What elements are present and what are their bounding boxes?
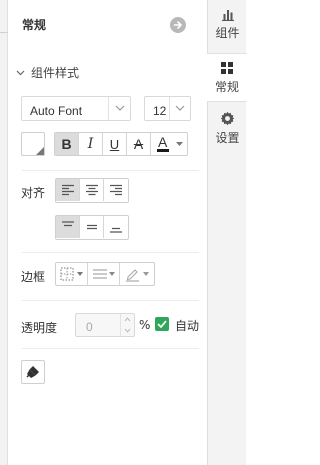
tab-label: 设置 xyxy=(215,131,240,145)
border-line-dropdown[interactable] xyxy=(88,263,120,285)
strikethrough-button[interactable]: A xyxy=(127,133,151,155)
valign-top-button[interactable] xyxy=(56,216,80,238)
format-painter-button[interactable] xyxy=(21,360,45,384)
section-label: 组件样式 xyxy=(31,66,80,80)
tab-settings[interactable]: 设置 xyxy=(208,104,247,153)
pencil-icon xyxy=(126,269,149,282)
text-format-group: B I U A A xyxy=(54,132,188,156)
font-color-bar xyxy=(157,149,169,152)
align-center-button[interactable] xyxy=(80,179,104,201)
valign-middle-icon xyxy=(86,224,97,230)
border-controls xyxy=(55,262,155,286)
font-family-value: Auto Font xyxy=(30,104,83,118)
select-divider xyxy=(108,97,109,120)
side-tab-bar: 组件 常规 设置 xyxy=(207,0,247,465)
bar-chart-icon xyxy=(221,9,234,21)
tab-general[interactable]: 常规 xyxy=(207,53,247,102)
section-header-component-style[interactable]: 组件样式 xyxy=(16,64,79,81)
strip-divider xyxy=(0,32,8,33)
caret-down-icon xyxy=(176,142,183,146)
divider xyxy=(22,252,199,253)
underline-button[interactable]: U xyxy=(103,133,127,155)
opacity-stepper[interactable] xyxy=(120,314,134,336)
border-style-dropdown[interactable] xyxy=(56,263,88,285)
tab-label: 常规 xyxy=(214,79,239,94)
divider xyxy=(22,170,199,171)
properties-panel: 常规 组件样式 Auto Font 12 B I U A A 对齐 边框 透明度… xyxy=(8,0,207,465)
chevron-down-icon xyxy=(16,70,25,75)
align-label: 对齐 xyxy=(21,186,46,200)
valign-top-icon xyxy=(61,221,74,227)
format-brush-icon xyxy=(26,366,39,378)
border-color-dropdown[interactable] xyxy=(120,263,154,285)
opacity-label: 透明度 xyxy=(21,321,58,335)
align-left-icon xyxy=(61,184,74,196)
font-color-button[interactable]: A xyxy=(151,133,187,155)
border-label: 边框 xyxy=(21,270,46,284)
opacity-unit: % xyxy=(139,318,151,332)
opacity-input[interactable]: 0 xyxy=(75,313,135,337)
align-right-button[interactable] xyxy=(104,179,128,201)
panel-title: 常规 xyxy=(22,18,47,32)
chevron-up-icon xyxy=(124,317,131,322)
vertical-align-group xyxy=(55,215,129,240)
divider xyxy=(22,300,199,301)
left-edge-strip xyxy=(0,0,8,465)
chevron-down-icon xyxy=(124,328,131,333)
background-color-button[interactable] xyxy=(21,132,45,156)
font-family-select[interactable]: Auto Font xyxy=(21,96,131,121)
align-center-icon xyxy=(85,184,98,196)
auto-opacity-checkbox[interactable] xyxy=(155,317,169,331)
align-left-button[interactable] xyxy=(56,179,80,201)
divider xyxy=(22,348,199,349)
valign-bottom-button[interactable] xyxy=(104,216,128,238)
tab-label: 组件 xyxy=(215,25,240,40)
tab-component[interactable]: 组件 xyxy=(208,0,247,49)
gear-icon xyxy=(220,111,235,126)
valign-bottom-icon xyxy=(110,227,122,233)
align-right-icon xyxy=(110,184,122,196)
font-size-select[interactable]: 12 xyxy=(144,96,191,121)
bold-button[interactable]: B xyxy=(55,133,79,155)
opacity-value: 0 xyxy=(86,320,93,334)
horizontal-align-group xyxy=(55,178,129,203)
font-color-letter: A xyxy=(158,134,168,150)
auto-opacity-label: 自动 xyxy=(175,319,200,333)
border-grid-icon xyxy=(60,267,83,281)
chevron-down-icon xyxy=(175,105,185,111)
font-size-value: 12 xyxy=(153,104,167,118)
valign-middle-button[interactable] xyxy=(80,216,104,238)
chevron-down-icon xyxy=(115,105,125,111)
grid-icon xyxy=(221,61,233,74)
border-lines-icon xyxy=(92,269,115,279)
color-corner-icon xyxy=(36,147,44,155)
arrow-right-icon[interactable] xyxy=(170,17,186,33)
italic-button[interactable]: I xyxy=(79,133,103,155)
select-divider xyxy=(169,97,170,120)
checkmark-icon xyxy=(157,320,167,328)
